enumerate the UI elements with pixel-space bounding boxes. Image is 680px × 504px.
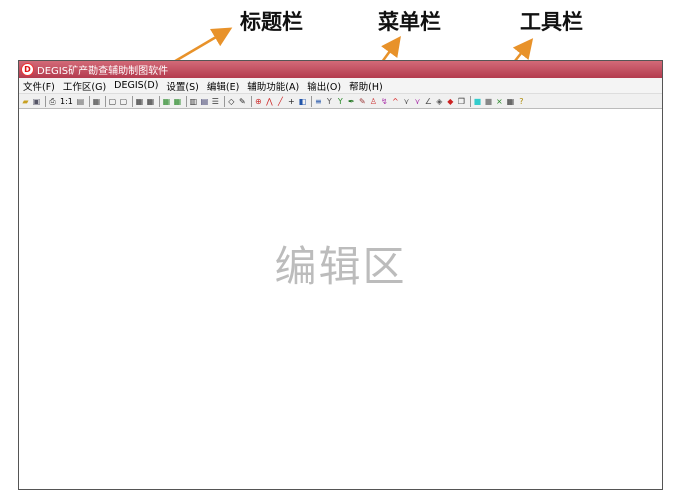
app-logo-icon: D — [21, 63, 34, 76]
columns-icon[interactable]: ▥ — [189, 96, 198, 107]
zoom-ratio-button[interactable]: 1:1 — [59, 96, 74, 107]
print-icon[interactable]: ⎙ — [48, 96, 57, 107]
angle-icon[interactable]: ∠ — [424, 96, 433, 107]
toolbar-separator — [131, 95, 133, 107]
window-title: DEGIS矿产勘查辅助制图软件 — [37, 66, 169, 77]
app-window: D DEGIS矿产勘查辅助制图软件 文件(F) 工作区(G) DEGIS(D) … — [18, 60, 663, 490]
copy-icon[interactable]: ❐ — [457, 96, 466, 107]
hook-icon[interactable]: ↯ — [380, 96, 389, 107]
toolbar-separator — [185, 95, 187, 107]
menu-bar: 文件(F) 工作区(G) DEGIS(D) 设置(S) 编辑(E) 辅助功能(A… — [19, 78, 662, 94]
branch-alt-icon[interactable]: ⋎ — [413, 96, 422, 107]
fork-icon[interactable]: Y — [325, 96, 334, 107]
cyan-square-icon[interactable]: ■ — [473, 96, 482, 107]
align-icon[interactable]: ≡ — [314, 96, 323, 107]
fork-alt-icon[interactable]: Y — [336, 96, 345, 107]
chart-icon[interactable]: ▤ — [200, 96, 209, 107]
pen-icon[interactable]: ✎ — [238, 96, 247, 107]
menu-file[interactable]: 文件(F) — [19, 79, 59, 93]
polyline-icon[interactable]: ⋀ — [265, 96, 274, 107]
line-icon[interactable]: ╱ — [276, 96, 285, 107]
table-green-alt-icon[interactable]: ▦ — [173, 96, 182, 107]
menu-workspace[interactable]: 工作区(G) — [59, 79, 110, 93]
toolbar-separator — [88, 95, 90, 107]
title-bar[interactable]: D DEGIS矿产勘查辅助制图软件 — [19, 61, 662, 78]
frame-icon[interactable]: ▢ — [108, 96, 117, 107]
menu-output[interactable]: 输出(O) — [303, 79, 345, 93]
fill-icon[interactable]: ◆ — [446, 96, 455, 107]
save-icon[interactable]: ▣ — [32, 96, 41, 107]
gray-square-icon[interactable]: ■ — [484, 96, 493, 107]
branch-icon[interactable]: ⋎ — [402, 96, 411, 107]
table-green-icon[interactable]: ▦ — [162, 96, 171, 107]
menu-assist[interactable]: 辅助功能(A) — [243, 79, 303, 93]
pin-icon[interactable]: ♙ — [369, 96, 378, 107]
menu-settings[interactable]: 设置(S) — [162, 79, 202, 93]
shield-icon[interactable]: ◈ — [435, 96, 444, 107]
editor-area-label: 编辑区 — [274, 242, 407, 291]
toolbar-separator — [310, 95, 312, 107]
multiply-icon[interactable]: × — [495, 96, 504, 107]
diamond-icon[interactable]: ◇ — [227, 96, 236, 107]
paste-icon[interactable]: ▤ — [76, 96, 85, 107]
grid-icon[interactable]: ▦ — [135, 96, 144, 107]
frame-alt-icon[interactable]: ▢ — [119, 96, 128, 107]
layer-icon[interactable]: ▦ — [92, 96, 101, 107]
toolbar-separator — [158, 95, 160, 107]
menu-degis[interactable]: DEGIS(D) — [110, 80, 162, 91]
grid-alt-icon[interactable]: ▦ — [146, 96, 155, 107]
target-icon[interactable]: ⊕ — [254, 96, 263, 107]
menubar-callout: 菜单栏 — [378, 9, 441, 34]
menu-edit[interactable]: 编辑(E) — [203, 79, 243, 93]
toolbar-separator — [223, 95, 225, 107]
cross-icon[interactable]: + — [287, 96, 296, 107]
caret-icon[interactable]: ^ — [391, 96, 400, 107]
brush-icon[interactable]: ✒ — [347, 96, 356, 107]
toolbar-separator — [45, 95, 46, 107]
titlebar-callout: 标题栏 — [240, 9, 303, 34]
help-icon[interactable]: ? — [517, 96, 526, 107]
symbol-icon[interactable]: ◧ — [298, 96, 307, 107]
toolbar-separator — [469, 95, 471, 107]
pencil-icon[interactable]: ✎ — [358, 96, 367, 107]
tool-bar: ▰ ▣ ⎙ 1:1 ▤ ▦ ▢ ▢ ▦ ▦ ▦ ▦ ▥ ▤ ☰ ◇ ✎ ⊕ ⋀ ╱ + ◧ ≡ Y Y ✒ ✎ ♙ ↯ ^ ⋎ ⋎ ∠ ◈ ◆ ❐ ■ ■… — [19, 94, 662, 109]
toolbar-callout: 工具栏 — [520, 9, 583, 34]
menu-help[interactable]: 帮助(H) — [345, 79, 387, 93]
toolbar-separator — [104, 95, 106, 107]
list-icon[interactable]: ☰ — [211, 96, 220, 107]
open-folder-icon[interactable]: ▰ — [21, 96, 30, 107]
editor-area[interactable]: 编辑区 — [19, 109, 662, 489]
grid-text-icon[interactable]: ▦ — [506, 96, 515, 107]
toolbar-separator — [250, 95, 252, 107]
